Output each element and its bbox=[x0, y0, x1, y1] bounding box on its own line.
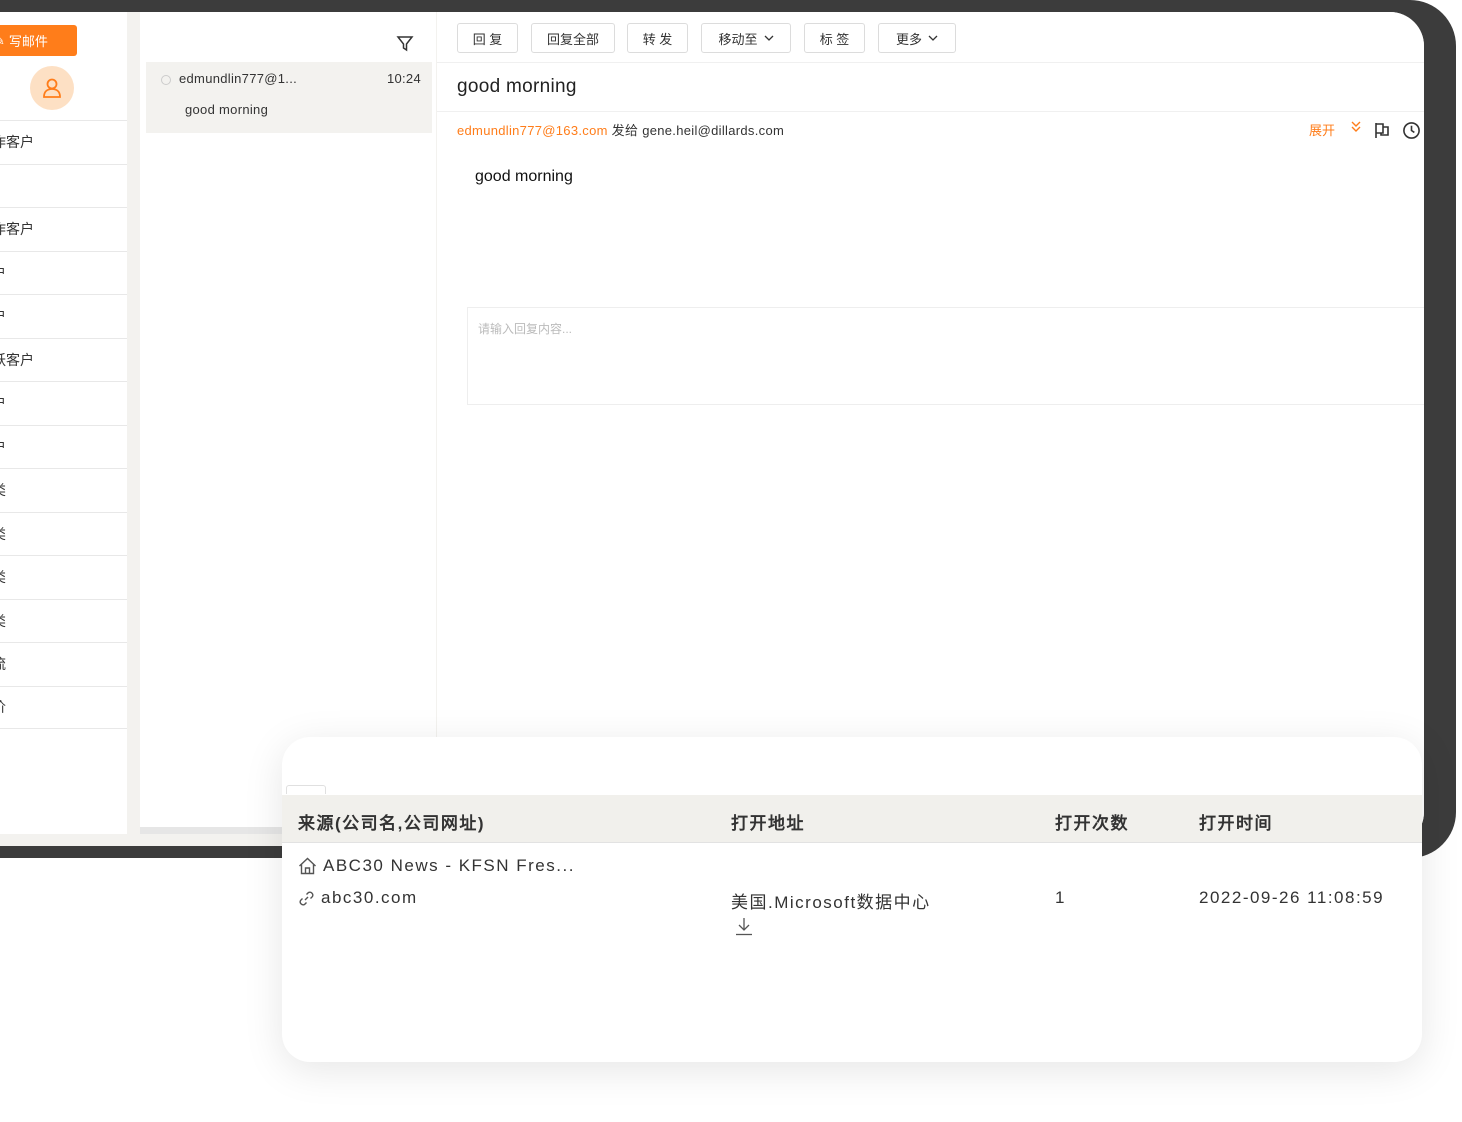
sidebar-item[interactable]: 询价 bbox=[0, 685, 127, 729]
avatar[interactable] bbox=[30, 66, 74, 110]
sidebar-item[interactable]: 物流 bbox=[0, 642, 127, 686]
header-time: 打开时间 bbox=[1199, 814, 1273, 833]
user-icon bbox=[43, 78, 61, 98]
mail-list-item[interactable]: edmundlin777@1... 10:24 good morning bbox=[146, 62, 432, 133]
sidebar-item-label: 合作客户 bbox=[0, 134, 34, 151]
tag-button[interactable]: 标 签 bbox=[804, 23, 865, 53]
sidebar-item[interactable]: 合作客户 bbox=[0, 207, 127, 251]
open-address: 美国.Microsoft数据中心 bbox=[731, 893, 931, 912]
sidebar-item[interactable]: 组 bbox=[0, 163, 127, 208]
mail-toolbar: 回 复 回复全部 转 发 移动至 标 签 更多 bbox=[437, 12, 1424, 63]
home-icon bbox=[299, 857, 316, 875]
sidebar-item[interactable]: 合作客户 bbox=[0, 120, 127, 164]
sidebar-item[interactable]: 客户 bbox=[0, 250, 127, 295]
tracking-card: 来源(公司名,公司网址) 打开地址 打开次数 打开时间 ABC30 News -… bbox=[282, 737, 1422, 1062]
sidebar-item-label: 客户 bbox=[0, 393, 6, 413]
card-tab bbox=[286, 785, 326, 794]
mail-from: edmundlin777@1... bbox=[179, 71, 298, 86]
mail-subject: good morning bbox=[185, 102, 269, 117]
forward-label: 转 发 bbox=[642, 31, 673, 47]
sidebar-item-label: 分类 bbox=[0, 567, 6, 587]
reply-label: 回 复 bbox=[472, 31, 503, 47]
chevron-down-icon bbox=[928, 35, 938, 41]
sidebar-item-label: 物流 bbox=[0, 654, 6, 674]
sender-email[interactable]: edmundlin777@163.com bbox=[457, 123, 608, 138]
compose-label: 写邮件 bbox=[8, 34, 48, 49]
sidebar-item[interactable]: 客户 bbox=[0, 294, 127, 338]
tracking-table-header: 来源(公司名,公司网址) 打开地址 打开次数 打开时间 bbox=[282, 795, 1422, 843]
header-count: 打开次数 bbox=[1055, 814, 1129, 833]
chevron-down-icon bbox=[764, 35, 773, 41]
divider bbox=[437, 111, 1424, 112]
sidebar: ✎ 写邮件 合作客户 组 合作客户 客户 客户 活跃客户 客户 客户 分类 bbox=[0, 12, 127, 834]
pen-icon: ✎ bbox=[0, 33, 5, 49]
header-address: 打开地址 bbox=[731, 814, 805, 833]
reply-button[interactable]: 回 复 bbox=[457, 23, 518, 53]
website-cell[interactable]: abc30.com bbox=[298, 888, 418, 908]
sidebar-item[interactable]: 分类 bbox=[0, 468, 127, 512]
reply-box[interactable] bbox=[467, 307, 1424, 405]
company-name: ABC30 News - KFSN Fres... bbox=[323, 856, 575, 875]
expand-link[interactable]: 展开 bbox=[1309, 120, 1335, 139]
compose-button[interactable]: ✎ 写邮件 bbox=[0, 25, 77, 56]
sidebar-item-label: 分类 bbox=[0, 611, 6, 631]
tag-label: 标 签 bbox=[819, 31, 850, 47]
sidebar-item[interactable]: 分类 bbox=[0, 511, 127, 556]
sidebar-group-list: 合作客户 组 合作客户 客户 客户 活跃客户 客户 客户 分类 分类 分类 分类… bbox=[0, 120, 127, 729]
device-frame: ✎ 写邮件 合作客户 组 合作客户 客户 客户 活跃客户 客户 客户 分类 bbox=[0, 0, 1456, 858]
website-url[interactable]: abc30.com bbox=[321, 888, 418, 908]
sidebar-item[interactable]: 分类 bbox=[0, 555, 127, 599]
sidebar-item-label: 活跃客户 bbox=[0, 351, 34, 368]
sidebar-item-label: 分类 bbox=[0, 524, 6, 544]
sidebar-item-label: 询价 bbox=[0, 697, 6, 717]
message-body: good morning bbox=[475, 168, 573, 185]
sidebar-item-label: 客户 bbox=[0, 263, 6, 283]
reply-all-button[interactable]: 回复全部 bbox=[531, 23, 615, 53]
mail-list-panel: edmundlin777@1... 10:24 good morning bbox=[140, 12, 436, 827]
filter-icon[interactable] bbox=[396, 34, 414, 52]
reply-all-label: 回复全部 bbox=[546, 31, 599, 47]
app-screen: ✎ 写邮件 合作客户 组 合作客户 客户 客户 活跃客户 客户 客户 分类 bbox=[0, 12, 1424, 846]
company-cell: ABC30 News - KFSN Fres... bbox=[298, 856, 575, 876]
more-dropdown[interactable]: 更多 bbox=[878, 23, 956, 53]
sidebar-item-label: 合作客户 bbox=[0, 221, 34, 238]
sidebar-item[interactable]: 分类 bbox=[0, 598, 127, 643]
unread-dot-icon[interactable] bbox=[161, 75, 171, 85]
double-chevron-icon[interactable] bbox=[1349, 119, 1363, 135]
mail-time: 10:24 bbox=[386, 71, 421, 86]
flag-icon[interactable] bbox=[1373, 121, 1391, 139]
reply-input[interactable] bbox=[468, 308, 1424, 404]
sidebar-item[interactable]: 客户 bbox=[0, 381, 127, 425]
download-icon[interactable] bbox=[735, 917, 753, 936]
recipient-email[interactable]: gene.heil@dillards.com bbox=[642, 123, 784, 138]
forward-button[interactable]: 转 发 bbox=[627, 23, 688, 53]
clock-icon[interactable] bbox=[1402, 121, 1421, 140]
more-label: 更多 bbox=[895, 31, 922, 47]
sidebar-item-label: 客户 bbox=[0, 306, 6, 326]
link-icon bbox=[299, 891, 314, 905]
open-time: 2022-09-26 11:08:59 bbox=[1199, 888, 1385, 907]
sidebar-item-label: 分类 bbox=[0, 480, 6, 500]
reading-pane: 回 复 回复全部 转 发 移动至 标 签 更多 good morning edm… bbox=[437, 12, 1424, 846]
move-to-dropdown[interactable]: 移动至 bbox=[701, 23, 791, 53]
sidebar-item-label: 客户 bbox=[0, 437, 6, 457]
sidebar-item[interactable]: 客户 bbox=[0, 424, 127, 469]
move-to-label: 移动至 bbox=[718, 31, 758, 47]
header-source: 来源(公司名,公司网址) bbox=[298, 814, 486, 833]
message-meta: edmundlin777@163.com 发给 gene.heil@dillar… bbox=[457, 120, 784, 139]
sent-to-label: 发给 bbox=[611, 123, 639, 138]
open-count: 1 bbox=[1055, 888, 1066, 907]
message-subject: good morning bbox=[457, 76, 577, 97]
sidebar-item[interactable]: 活跃客户 bbox=[0, 337, 127, 382]
